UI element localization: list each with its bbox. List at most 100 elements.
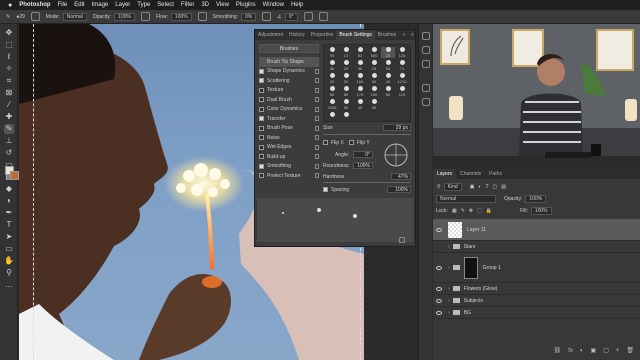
- checkbox[interactable]: [259, 97, 264, 103]
- blur-tool-icon[interactable]: ◆: [4, 184, 14, 194]
- menu-help[interactable]: Help: [291, 2, 303, 8]
- option-texture[interactable]: Texture: [259, 86, 319, 96]
- brush-tip[interactable]: 110: [395, 86, 409, 97]
- brushes-panel-icon[interactable]: [422, 84, 430, 92]
- layer-row-group-1[interactable]: › Group 1: [433, 253, 640, 283]
- brush-preset-picker[interactable]: ● 29: [16, 14, 25, 20]
- visibility-eye-icon[interactable]: [436, 298, 442, 303]
- zoom-tool-icon[interactable]: ⚲: [4, 268, 14, 278]
- menu-window[interactable]: Window: [263, 2, 284, 8]
- checkbox[interactable]: [259, 125, 264, 131]
- visibility-eye-icon[interactable]: [436, 245, 442, 249]
- background-color-swatch[interactable]: [10, 171, 19, 180]
- hardness-input[interactable]: 47%: [391, 173, 411, 180]
- angle-input[interactable]: 0°: [284, 12, 298, 21]
- brush-tip[interactable]: [325, 112, 339, 118]
- filter-pixel-icon[interactable]: ▣: [470, 184, 475, 190]
- brush-tip[interactable]: 46: [381, 73, 395, 84]
- tab-properties[interactable]: Properties: [308, 32, 337, 38]
- layer-opacity-input[interactable]: 100%: [525, 195, 547, 203]
- chevron-right-icon[interactable]: ›: [448, 310, 450, 316]
- chevron-right-icon[interactable]: ›: [448, 286, 450, 292]
- brush-tip[interactable]: 45: [353, 99, 367, 110]
- brush-tip[interactable]: 80: [339, 99, 353, 110]
- tab-history[interactable]: History: [286, 32, 308, 38]
- filter-type-icon[interactable]: T: [485, 184, 488, 190]
- checkbox[interactable]: [259, 87, 264, 93]
- menu-photoshop[interactable]: Photoshop: [19, 2, 50, 8]
- menu-select[interactable]: Select: [157, 2, 174, 8]
- checkbox[interactable]: [259, 154, 264, 160]
- option-wet-edges[interactable]: Wet Edges: [259, 143, 319, 153]
- brush-tip[interactable]: 80: [381, 86, 395, 97]
- checkbox[interactable]: [259, 68, 264, 74]
- flip-y-option[interactable]: Flip Y: [349, 140, 370, 146]
- brush-angle-widget[interactable]: [383, 142, 409, 168]
- lock-icon[interactable]: [315, 125, 319, 131]
- swatches-panel-icon[interactable]: [422, 46, 430, 54]
- lock-icon[interactable]: [315, 78, 319, 84]
- checkbox[interactable]: [323, 187, 328, 193]
- checkbox[interactable]: [259, 144, 264, 150]
- move-tool-icon[interactable]: ✥: [4, 28, 14, 38]
- option-dual-brush[interactable]: Dual Brush: [259, 95, 319, 105]
- tab-paths[interactable]: Paths: [485, 171, 506, 177]
- crop-tool-icon[interactable]: ⌗: [4, 76, 14, 86]
- lock-artboard-icon[interactable]: ⬚: [477, 208, 482, 214]
- brush-tip[interactable]: 25: [367, 60, 381, 71]
- brush-tip[interactable]: 175: [353, 86, 367, 97]
- brush-tip[interactable]: 80: [339, 86, 353, 97]
- checkbox[interactable]: [349, 140, 354, 146]
- smoothing-input[interactable]: 0%: [241, 12, 257, 21]
- menu-filter[interactable]: Filter: [181, 2, 194, 8]
- color-panel-icon[interactable]: [422, 32, 430, 40]
- lock-all-icon[interactable]: 🔒: [486, 208, 492, 214]
- smoothing-options-gear-icon[interactable]: [262, 12, 272, 21]
- checkbox[interactable]: [259, 135, 264, 141]
- fill-input[interactable]: 100%: [530, 207, 552, 215]
- layer-row-stars[interactable]: › Stars: [433, 241, 640, 253]
- kind-filter-select[interactable]: Kind: [443, 183, 462, 191]
- trash-icon[interactable]: 🗑: [626, 347, 634, 354]
- layer-row-subjects[interactable]: › Subjects: [433, 295, 640, 307]
- filter-shape-icon[interactable]: ▢: [493, 184, 498, 190]
- airbrush-icon[interactable]: [197, 12, 207, 21]
- filter-adjustment-icon[interactable]: ◐: [478, 184, 481, 190]
- visibility-eye-icon[interactable]: [436, 310, 442, 315]
- hand-tool-icon[interactable]: ✋: [4, 256, 14, 266]
- menu-edit[interactable]: Edit: [74, 2, 84, 8]
- checkbox[interactable]: [259, 106, 264, 112]
- type-tool-icon[interactable]: T: [4, 220, 14, 230]
- option-shape-dynamics[interactable]: Shape Dynamics: [259, 67, 319, 77]
- option-brush-pose[interactable]: Brush Pose: [259, 124, 319, 134]
- tab-adjustment[interactable]: Adjustment: [255, 32, 286, 38]
- new-layer-icon[interactable]: +: [616, 348, 620, 354]
- lock-icon[interactable]: [315, 135, 319, 141]
- dodge-tool-icon[interactable]: ◗: [4, 196, 14, 206]
- tab-channels[interactable]: Channels: [456, 171, 485, 177]
- brush-tip[interactable]: 1210: [395, 73, 409, 84]
- lock-icon[interactable]: [315, 163, 319, 169]
- option-transfer[interactable]: Transfer: [259, 114, 319, 124]
- brushes-button[interactable]: Brushes: [259, 44, 319, 53]
- pressure-opacity-icon[interactable]: [140, 12, 150, 21]
- spacing-input[interactable]: 100%: [387, 186, 411, 193]
- roundness-input[interactable]: 100%: [353, 162, 373, 169]
- brush-tip[interactable]: 2056: [325, 99, 339, 110]
- menu-image[interactable]: Image: [92, 2, 109, 8]
- brush-tool-icon[interactable]: ✎: [6, 14, 10, 20]
- symmetry-icon[interactable]: [318, 12, 328, 21]
- brush-tip[interactable]: 50: [339, 73, 353, 84]
- brush-tip[interactable]: 95: [325, 47, 339, 58]
- layer-row-bg[interactable]: › BG: [433, 307, 640, 319]
- visibility-eye-icon[interactable]: [436, 227, 442, 232]
- pen-tool-icon[interactable]: ✒: [4, 208, 14, 218]
- lock-icon[interactable]: [315, 87, 319, 93]
- new-group-icon[interactable]: ▢: [603, 347, 609, 354]
- option-scattering[interactable]: Scattering: [259, 76, 319, 86]
- option-noise[interactable]: Noise: [259, 133, 319, 143]
- option-build-up[interactable]: Build-up: [259, 152, 319, 162]
- marquee-tool-icon[interactable]: ⬚: [4, 40, 14, 50]
- brush-tip-selected[interactable]: 29: [381, 47, 395, 58]
- checkbox[interactable]: [259, 163, 264, 169]
